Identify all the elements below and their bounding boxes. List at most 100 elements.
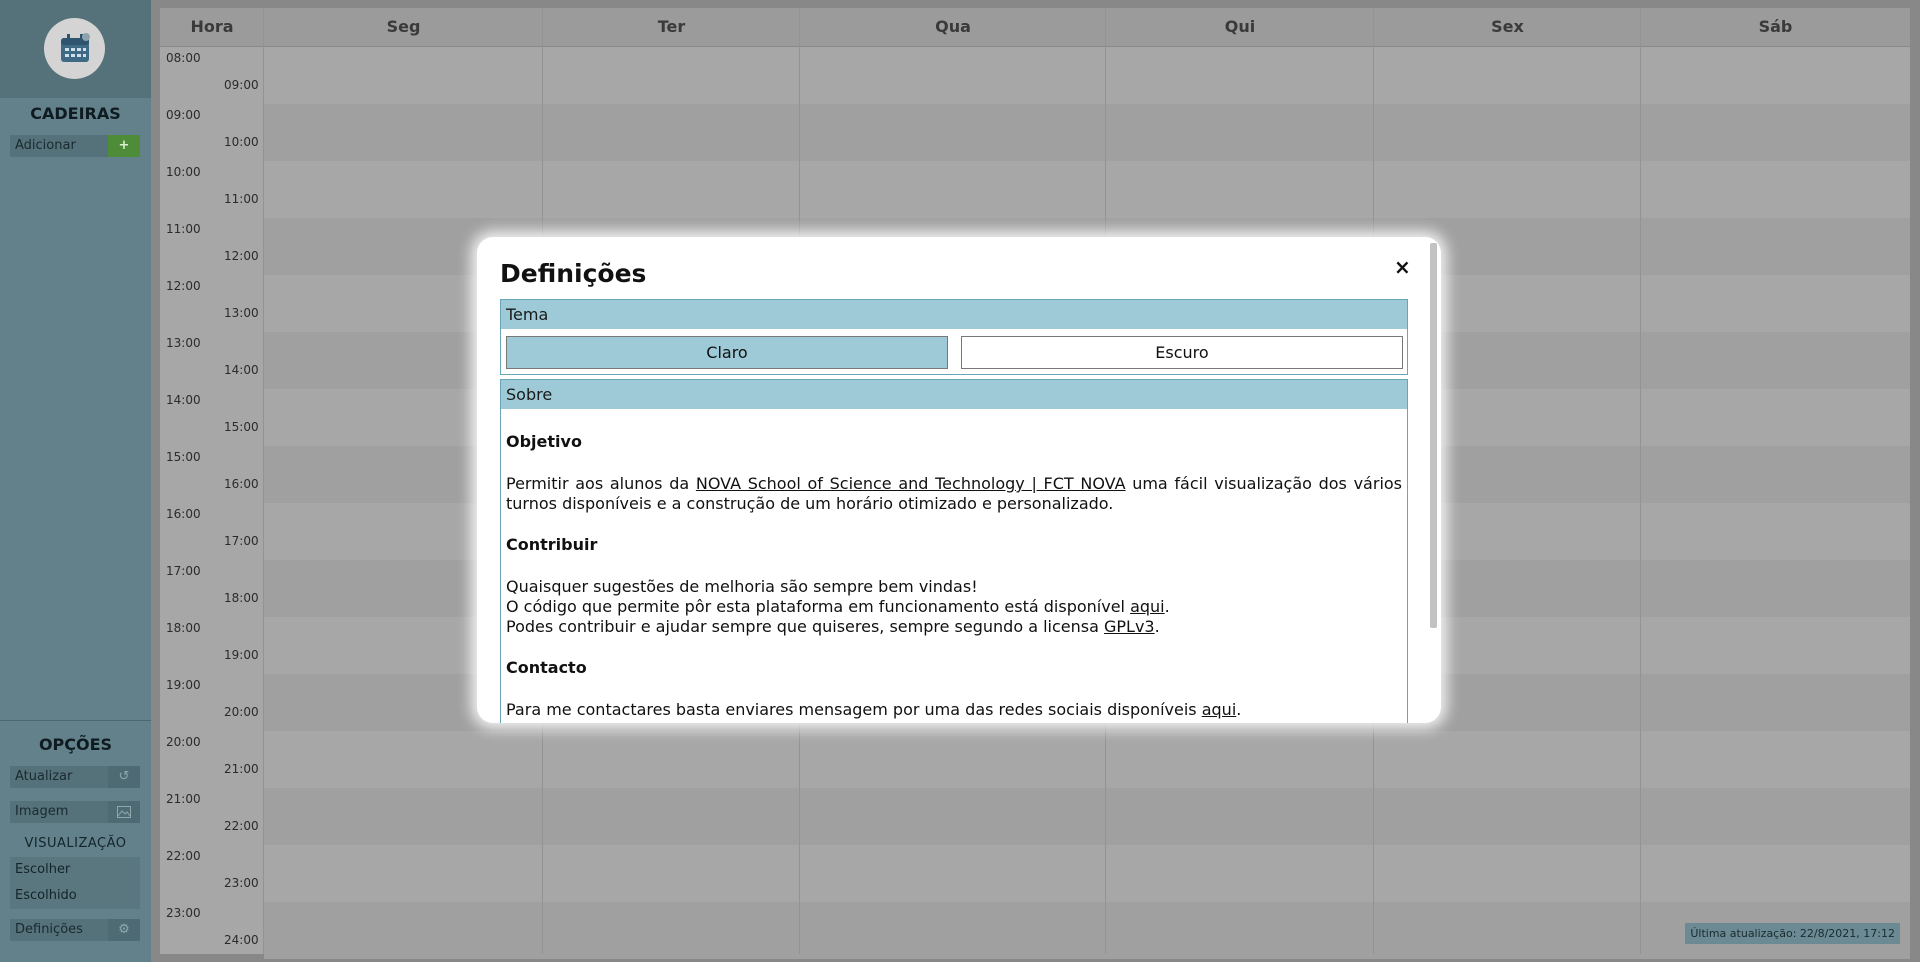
schedule-header: Hora Seg Ter Qua Qui Sex Sáb [160, 8, 1910, 47]
calendar-logo-icon [44, 18, 105, 79]
hour-start-label: 08:00 [166, 51, 201, 65]
hour-end-label: 17:00 [224, 534, 259, 548]
gplv3-link[interactable]: GPLv3 [1104, 617, 1155, 636]
opcoes-title: OPÇÕES [38, 735, 113, 754]
settings-label: Definições [15, 922, 83, 937]
close-icon[interactable]: × [1394, 255, 1411, 279]
hour-start-label: 19:00 [166, 678, 201, 692]
sidebar-divider [0, 720, 151, 721]
contribute-line-2: O código que permite pôr esta plataforma… [506, 597, 1402, 617]
hour-start-label: 20:00 [166, 735, 201, 749]
hour-start-label: 10:00 [166, 165, 201, 179]
gear-icon: ⚙ [108, 919, 140, 941]
about-section-header: Sobre [501, 380, 1407, 409]
contribute-line-2-text: O código que permite pôr esta plataforma… [506, 597, 1131, 616]
theme-section-header: Tema [501, 300, 1407, 329]
hour-end-label: 14:00 [224, 363, 259, 377]
hour-start-label: 09:00 [166, 108, 201, 122]
add-course-button[interactable]: Adicionar + [10, 135, 140, 157]
hour-end-label: 19:00 [224, 648, 259, 662]
day-header-sex: Sex [1491, 17, 1524, 36]
image-export-button[interactable]: Imagem [10, 801, 140, 823]
hour-end-label: 22:00 [224, 819, 259, 833]
fct-nova-link[interactable]: NOVA School of Science and Technology | … [696, 474, 1126, 493]
theme-section: Tema Claro Escuro [500, 299, 1408, 375]
hour-end-label: 11:00 [224, 192, 259, 206]
modal-title: Definições [500, 259, 647, 288]
contribute-heading: Contribuir [506, 535, 598, 554]
hour-band [264, 788, 1910, 845]
contact-block: Contacto Para me contactares basta envia… [506, 658, 1402, 720]
objective-text-start: Permitir aos alunos da [506, 474, 696, 493]
contribute-line-1: Quaisquer sugestões de melhoria são semp… [506, 577, 978, 596]
image-export-label: Imagem [15, 804, 69, 819]
hour-start-label: 11:00 [166, 222, 201, 236]
hour-start-label: 12:00 [166, 279, 201, 293]
objective-block: Objetivo Permitir aos alunos da NOVA Sch… [506, 432, 1402, 514]
hour-start-label: 15:00 [166, 450, 201, 464]
refresh-icon: ↺ [108, 766, 140, 788]
contact-text-start: Para me contactares basta enviares mensa… [506, 700, 1202, 719]
contribute-line-3-text: Podes contribuir e ajudar sempre que qui… [506, 617, 1104, 636]
modal-scrollbar[interactable] [1430, 243, 1437, 628]
add-course-label: Adicionar [15, 138, 76, 153]
contact-text: Para me contactares basta enviares mensa… [506, 700, 1402, 720]
hour-start-label: 14:00 [166, 393, 201, 407]
hour-start-label: 22:00 [166, 849, 201, 863]
day-header-seg: Seg [386, 17, 421, 36]
about-section: Sobre Objetivo Permitir aos alunos da NO… [500, 379, 1408, 723]
hour-end-label: 13:00 [224, 306, 259, 320]
refresh-button[interactable]: Atualizar ↺ [10, 766, 140, 788]
hour-end-label: 21:00 [224, 762, 259, 776]
contact-heading: Contacto [506, 658, 587, 677]
cadeiras-title: CADEIRAS [30, 104, 121, 123]
hour-column-header: Hora [190, 17, 234, 36]
hour-end-label: 12:00 [224, 249, 259, 263]
hour-band [264, 902, 1910, 959]
hour-start-label: 23:00 [166, 906, 201, 920]
sidebar-header [0, 0, 151, 98]
hour-end-label: 09:00 [224, 78, 259, 92]
hour-start-label: 18:00 [166, 621, 201, 635]
column-divider [263, 8, 264, 954]
day-header-qui: Qui [1224, 17, 1256, 36]
period: . [1154, 617, 1160, 636]
settings-modal: Definições × Tema Claro Escuro Sobre Obj… [477, 237, 1441, 723]
period: . [1236, 700, 1242, 719]
visualizacao-title: VISUALIZAÇÃO [24, 836, 127, 851]
hour-start-label: 16:00 [166, 507, 201, 521]
contribute-line-3: Podes contribuir e ajudar sempre que qui… [506, 617, 1402, 637]
day-header-ter: Ter [657, 17, 686, 36]
hour-start-label: 21:00 [166, 792, 201, 806]
hour-end-label: 20:00 [224, 705, 259, 719]
hour-band [264, 104, 1910, 161]
sidebar: CADEIRAS Adicionar + OPÇÕES Atualizar ↺ … [0, 0, 151, 962]
plus-icon[interactable]: + [108, 135, 140, 157]
hour-start-label: 13:00 [166, 336, 201, 350]
hour-end-label: 15:00 [224, 420, 259, 434]
hour-start-label: 17:00 [166, 564, 201, 578]
view-choose-option[interactable]: Escolher [15, 862, 70, 877]
social-links-link[interactable]: aqui [1202, 700, 1237, 719]
contribute-block: Contribuir Quaisquer sugestões de melhor… [506, 535, 1402, 637]
column-divider [1640, 8, 1641, 954]
view-mode-group: Escolher Escolhido [10, 857, 140, 909]
theme-light-button[interactable]: Claro [506, 336, 948, 369]
day-header-sab: Sáb [1758, 17, 1793, 36]
hour-end-label: 10:00 [224, 135, 259, 149]
view-chosen-option[interactable]: Escolhido [15, 888, 77, 903]
last-update-timestamp: Última atualização: 22/8/2021, 17:12 [1685, 923, 1900, 944]
theme-dark-button[interactable]: Escuro [961, 336, 1403, 369]
image-icon [108, 801, 140, 823]
refresh-label: Atualizar [15, 769, 73, 784]
objective-heading: Objetivo [506, 432, 582, 451]
day-header-qua: Qua [935, 17, 971, 36]
hour-end-label: 18:00 [224, 591, 259, 605]
period: . [1164, 597, 1170, 616]
hour-end-label: 23:00 [224, 876, 259, 890]
hour-end-label: 24:00 [224, 933, 259, 947]
source-code-link[interactable]: aqui [1130, 597, 1165, 616]
settings-button[interactable]: Definições ⚙ [10, 919, 140, 941]
objective-text: Permitir aos alunos da NOVA School of Sc… [506, 474, 1402, 514]
hour-end-label: 16:00 [224, 477, 259, 491]
